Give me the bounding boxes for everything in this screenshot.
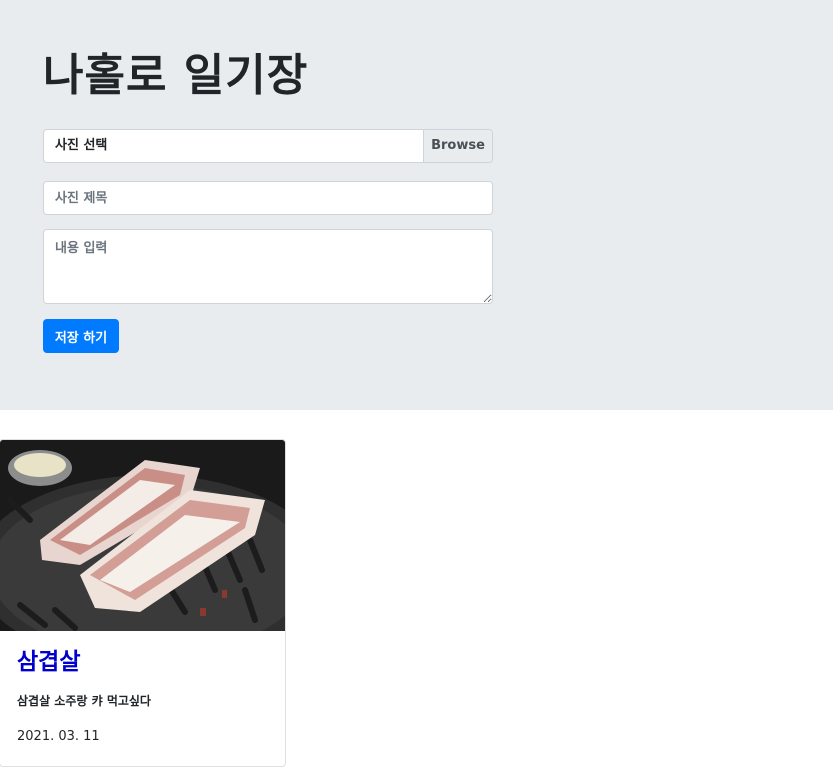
jumbotron-header: 나홀로 일기장 사진 선택 Browse 저장 하기 [0,0,833,410]
card-date: 2021. 03. 11 [17,729,100,744]
card-text: 삼겹살 소주랑 캬 먹고싶다 [17,694,151,708]
file-upload-field[interactable]: 사진 선택 Browse [43,129,493,163]
save-button[interactable]: 저장 하기 [43,319,119,353]
browse-button[interactable]: Browse [423,130,492,162]
diary-card [0,439,286,767]
file-upload-label[interactable]: 사진 선택 [44,130,423,162]
content-textarea[interactable] [43,229,493,304]
card-photo [0,440,285,631]
page-title: 나홀로 일기장 [43,50,309,101]
card-title: 삼겹살 [17,649,81,675]
photo-title-input[interactable] [43,181,493,215]
